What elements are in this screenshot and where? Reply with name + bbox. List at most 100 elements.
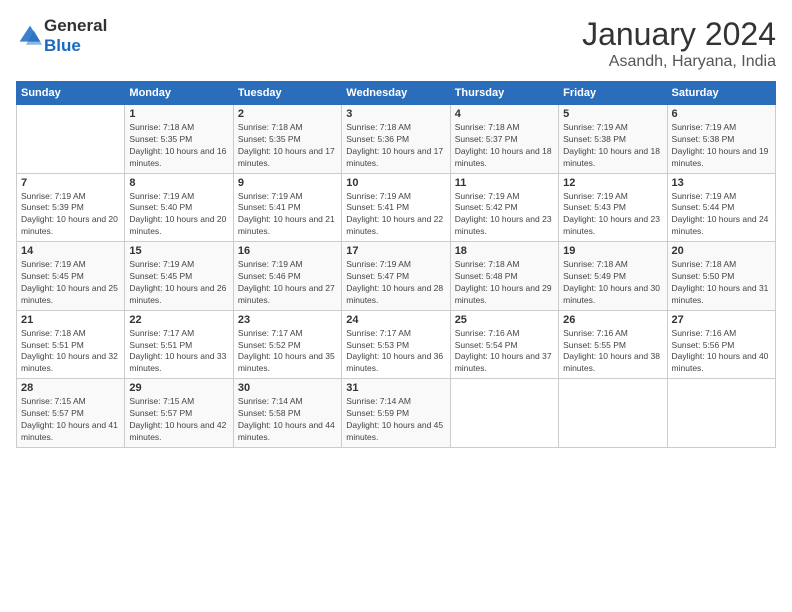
day-number: 25 [455, 314, 554, 326]
day-cell [17, 105, 125, 174]
day-info: Sunrise: 7:18 AMSunset: 5:50 PMDaylight:… [672, 259, 771, 307]
day-number: 12 [563, 177, 662, 189]
day-info: Sunrise: 7:19 AMSunset: 5:41 PMDaylight:… [238, 191, 337, 239]
day-info: Sunrise: 7:16 AMSunset: 5:56 PMDaylight:… [672, 328, 771, 376]
day-cell: 8Sunrise: 7:19 AMSunset: 5:40 PMDaylight… [125, 173, 233, 242]
day-info: Sunrise: 7:15 AMSunset: 5:57 PMDaylight:… [21, 396, 120, 444]
day-info: Sunrise: 7:19 AMSunset: 5:47 PMDaylight:… [346, 259, 445, 307]
week-row-1: 1 Sunrise: 7:18 AMSunset: 5:35 PMDaylight… [17, 105, 776, 174]
day-cell: 23 Sunrise: 7:17 AMSunset: 5:52 PMDayligh… [233, 310, 341, 379]
day-number: 17 [346, 245, 445, 257]
day-cell: 15 Sunrise: 7:19 AMSunset: 5:45 PMDayligh… [125, 242, 233, 311]
day-cell: 3 Sunrise: 7:18 AMSunset: 5:36 PMDaylight… [342, 105, 450, 174]
week-row-4: 21 Sunrise: 7:18 AMSunset: 5:51 PMDayligh… [17, 310, 776, 379]
day-cell: 11 Sunrise: 7:19 AMSunset: 5:42 PMDayligh… [450, 173, 558, 242]
day-cell: 24 Sunrise: 7:17 AMSunset: 5:53 PMDayligh… [342, 310, 450, 379]
day-cell: 27Sunrise: 7:16 AMSunset: 5:56 PMDayligh… [667, 310, 775, 379]
header-cell-sunday: Sunday [17, 82, 125, 105]
day-info: Sunrise: 7:16 AMSunset: 5:54 PMDaylight:… [455, 328, 554, 376]
day-info: Sunrise: 7:19 AMSunset: 5:43 PMDaylight:… [563, 191, 662, 239]
day-number: 18 [455, 245, 554, 257]
day-cell: 14 Sunrise: 7:19 AMSunset: 5:45 PMDayligh… [17, 242, 125, 311]
day-number: 1 [129, 108, 228, 120]
day-number: 4 [455, 108, 554, 120]
day-info: Sunrise: 7:17 AMSunset: 5:51 PMDaylight:… [129, 328, 228, 376]
header-cell-wednesday: Wednesday [342, 82, 450, 105]
logo: General Blue [16, 16, 107, 56]
day-cell: 31Sunrise: 7:14 AMSunset: 5:59 PMDayligh… [342, 379, 450, 448]
day-cell [450, 379, 558, 448]
day-info: Sunrise: 7:19 AMSunset: 5:41 PMDaylight:… [346, 191, 445, 239]
day-cell: 30 Sunrise: 7:14 AMSunset: 5:58 PMDayligh… [233, 379, 341, 448]
header-cell-saturday: Saturday [667, 82, 775, 105]
day-number: 15 [129, 245, 228, 257]
header-row: SundayMondayTuesdayWednesdayThursdayFrid… [17, 82, 776, 105]
day-info: Sunrise: 7:19 AMSunset: 5:46 PMDaylight:… [238, 259, 337, 307]
logo-text: General Blue [44, 16, 107, 56]
day-number: 6 [672, 108, 771, 120]
day-info: Sunrise: 7:14 AMSunset: 5:59 PMDaylight:… [346, 396, 445, 444]
day-cell: 28 Sunrise: 7:15 AMSunset: 5:57 PMDayligh… [17, 379, 125, 448]
day-number: 11 [455, 177, 554, 189]
day-number: 3 [346, 108, 445, 120]
day-cell: 6 Sunrise: 7:19 AMSunset: 5:38 PMDaylight… [667, 105, 775, 174]
day-cell: 17 Sunrise: 7:19 AMSunset: 5:47 PMDayligh… [342, 242, 450, 311]
calendar-table: SundayMondayTuesdayWednesdayThursdayFrid… [16, 81, 776, 448]
day-info: Sunrise: 7:17 AMSunset: 5:52 PMDaylight:… [238, 328, 337, 376]
header: General Blue January 2024 Asandh, Haryan… [16, 16, 776, 71]
day-cell: 9 Sunrise: 7:19 AMSunset: 5:41 PMDaylight… [233, 173, 341, 242]
day-info: Sunrise: 7:18 AMSunset: 5:51 PMDaylight:… [21, 328, 120, 376]
day-info: Sunrise: 7:19 AMSunset: 5:38 PMDaylight:… [672, 122, 771, 170]
location-title: Asandh, Haryana, India [582, 53, 776, 71]
day-cell [667, 379, 775, 448]
week-row-5: 28 Sunrise: 7:15 AMSunset: 5:57 PMDayligh… [17, 379, 776, 448]
day-cell: 12 Sunrise: 7:19 AMSunset: 5:43 PMDayligh… [559, 173, 667, 242]
day-number: 19 [563, 245, 662, 257]
day-info: Sunrise: 7:14 AMSunset: 5:58 PMDaylight:… [238, 396, 337, 444]
day-number: 9 [238, 177, 337, 189]
day-info: Sunrise: 7:17 AMSunset: 5:53 PMDaylight:… [346, 328, 445, 376]
day-cell: 2Sunrise: 7:18 AMSunset: 5:35 PMDaylight… [233, 105, 341, 174]
day-number: 23 [238, 314, 337, 326]
day-cell: 10Sunrise: 7:19 AMSunset: 5:41 PMDayligh… [342, 173, 450, 242]
header-cell-thursday: Thursday [450, 82, 558, 105]
day-number: 26 [563, 314, 662, 326]
day-cell: 4Sunrise: 7:18 AMSunset: 5:37 PMDaylight… [450, 105, 558, 174]
week-row-2: 7 Sunrise: 7:19 AMSunset: 5:39 PMDaylight… [17, 173, 776, 242]
day-number: 28 [21, 382, 120, 394]
day-number: 14 [21, 245, 120, 257]
logo-icon [18, 24, 42, 48]
header-cell-monday: Monday [125, 82, 233, 105]
day-cell: 25 Sunrise: 7:16 AMSunset: 5:54 PMDayligh… [450, 310, 558, 379]
day-number: 21 [21, 314, 120, 326]
day-info: Sunrise: 7:18 AMSunset: 5:35 PMDaylight:… [129, 122, 228, 170]
day-cell: 22 Sunrise: 7:17 AMSunset: 5:51 PMDayligh… [125, 310, 233, 379]
day-number: 16 [238, 245, 337, 257]
day-number: 7 [21, 177, 120, 189]
day-number: 8 [129, 177, 228, 189]
day-info: Sunrise: 7:18 AMSunset: 5:35 PMDaylight:… [238, 122, 337, 170]
week-row-3: 14 Sunrise: 7:19 AMSunset: 5:45 PMDayligh… [17, 242, 776, 311]
day-info: Sunrise: 7:18 AMSunset: 5:49 PMDaylight:… [563, 259, 662, 307]
day-cell: 13Sunrise: 7:19 AMSunset: 5:44 PMDayligh… [667, 173, 775, 242]
day-info: Sunrise: 7:16 AMSunset: 5:55 PMDaylight:… [563, 328, 662, 376]
header-cell-tuesday: Tuesday [233, 82, 341, 105]
day-info: Sunrise: 7:19 AMSunset: 5:45 PMDaylight:… [129, 259, 228, 307]
day-info: Sunrise: 7:19 AMSunset: 5:42 PMDaylight:… [455, 191, 554, 239]
day-cell [559, 379, 667, 448]
day-number: 22 [129, 314, 228, 326]
day-number: 30 [238, 382, 337, 394]
day-cell: 19 Sunrise: 7:18 AMSunset: 5:49 PMDayligh… [559, 242, 667, 311]
day-info: Sunrise: 7:18 AMSunset: 5:36 PMDaylight:… [346, 122, 445, 170]
day-cell: 20Sunrise: 7:18 AMSunset: 5:50 PMDayligh… [667, 242, 775, 311]
header-cell-friday: Friday [559, 82, 667, 105]
day-info: Sunrise: 7:19 AMSunset: 5:38 PMDaylight:… [563, 122, 662, 170]
day-cell: 1 Sunrise: 7:18 AMSunset: 5:35 PMDaylight… [125, 105, 233, 174]
day-info: Sunrise: 7:19 AMSunset: 5:45 PMDaylight:… [21, 259, 120, 307]
month-title: January 2024 [582, 16, 776, 53]
day-cell: 7 Sunrise: 7:19 AMSunset: 5:39 PMDaylight… [17, 173, 125, 242]
day-info: Sunrise: 7:19 AMSunset: 5:39 PMDaylight:… [21, 191, 120, 239]
day-number: 24 [346, 314, 445, 326]
day-cell: 16 Sunrise: 7:19 AMSunset: 5:46 PMDayligh… [233, 242, 341, 311]
day-cell: 29Sunrise: 7:15 AMSunset: 5:57 PMDayligh… [125, 379, 233, 448]
